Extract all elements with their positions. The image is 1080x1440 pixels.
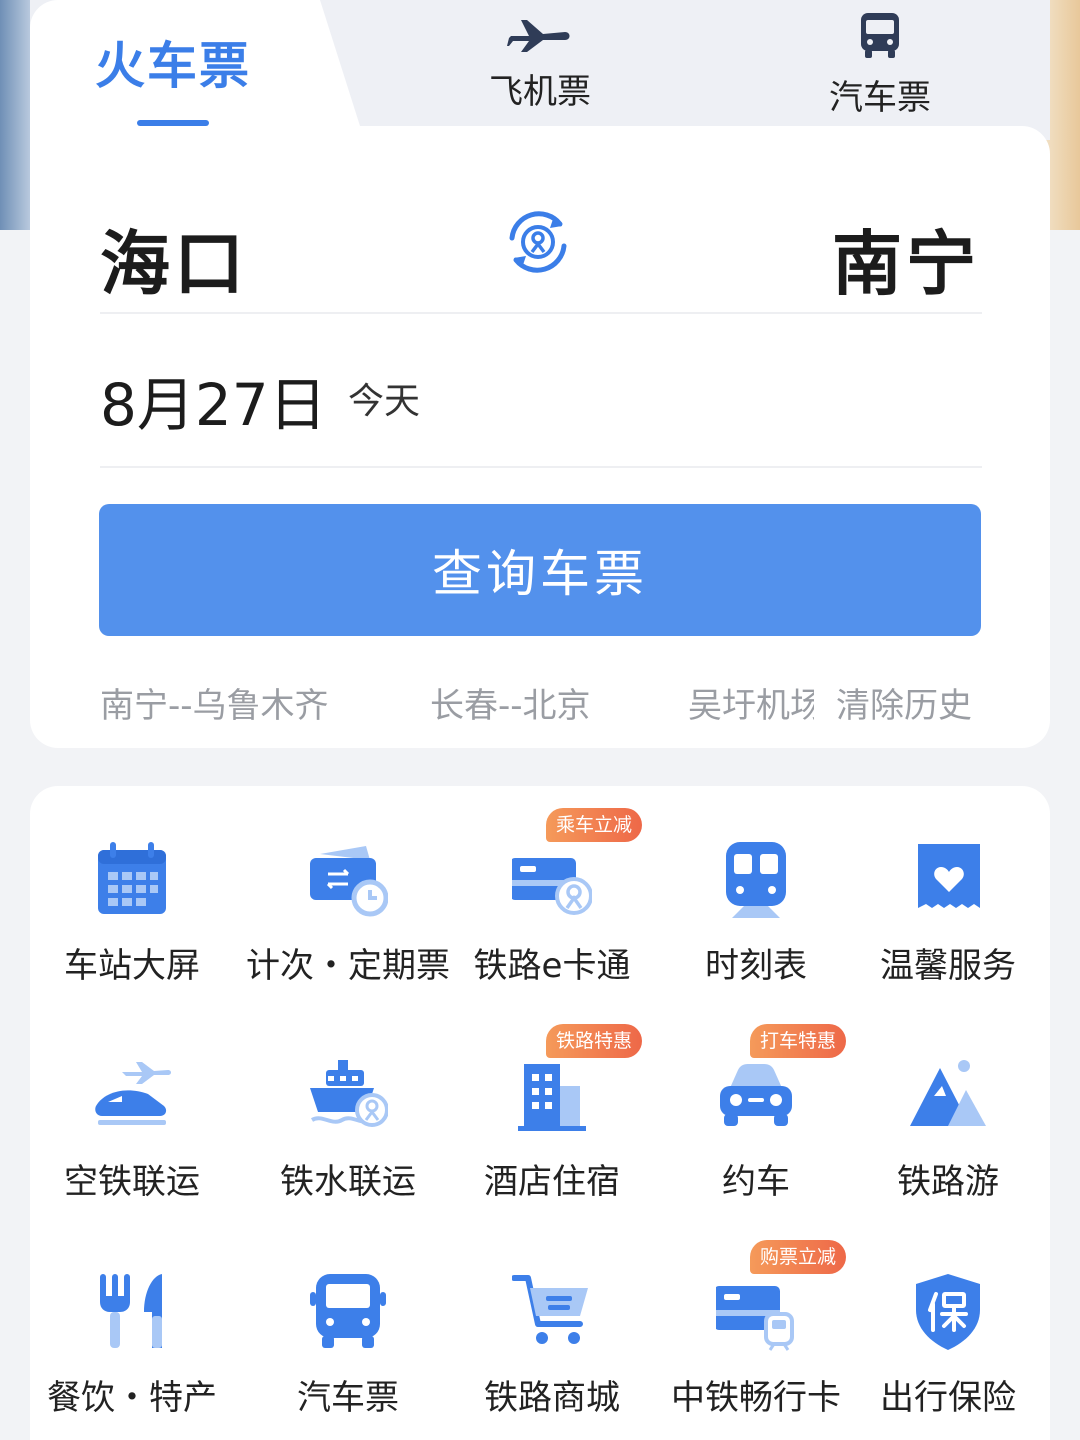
divider xyxy=(100,466,982,468)
cart-icon xyxy=(512,1275,588,1344)
service-station-screen[interactable]: 车站大屏 xyxy=(30,786,234,986)
hotel-icon xyxy=(518,1064,586,1131)
tab-train-ticket[interactable]: 火车票 xyxy=(60,26,286,98)
bus-icon xyxy=(861,13,899,58)
tab-bus-label: 汽车票 xyxy=(829,78,931,118)
tab-flight-ticket[interactable]: 飞机票 xyxy=(470,14,610,113)
service-air-rail[interactable]: 空铁联运 xyxy=(30,1002,234,1202)
service-label: 出行保险 xyxy=(880,1378,1016,1418)
service-food[interactable]: 餐饮・特产 xyxy=(30,1218,234,1418)
shield-icon xyxy=(916,1274,980,1350)
service-rail-mall[interactable]: 铁路商城 xyxy=(450,1218,654,1418)
promo-badge: 铁路特惠 xyxy=(546,1024,643,1058)
plane-train-icon xyxy=(95,1062,171,1125)
history-item[interactable]: 南宁--乌鲁木齐 xyxy=(100,678,329,727)
service-label: 车站大屏 xyxy=(64,946,200,986)
divider xyxy=(100,312,982,314)
member-card-icon xyxy=(716,1286,794,1351)
service-label: 餐饮・特产 xyxy=(47,1378,217,1418)
promo-badge: 购票立减 xyxy=(750,1240,847,1274)
service-care[interactable]: 温馨服务 xyxy=(846,786,1050,986)
airplane-icon xyxy=(507,20,570,52)
service-bus-ticket[interactable]: 汽车票 xyxy=(246,1218,450,1418)
promo-badge: 乘车立减 xyxy=(546,808,643,842)
service-label: 铁路游 xyxy=(897,1162,999,1202)
clear-history-button[interactable]: 清除历史 xyxy=(836,678,972,727)
service-label: 空铁联运 xyxy=(64,1162,200,1202)
tab-train-label: 火车票 xyxy=(95,37,251,95)
rail-card-icon xyxy=(512,858,592,915)
swap-cities-icon[interactable] xyxy=(498,202,578,282)
ticket-clock-icon xyxy=(310,846,388,917)
ship-icon xyxy=(310,1060,388,1127)
services-grid: 车站大屏 计次・定期票 乘车立减 铁路e卡通 时刻表 温馨服务 空铁联运 铁水联… xyxy=(30,786,1050,1440)
promo-badge: 打车特惠 xyxy=(750,1024,847,1058)
service-hotel[interactable]: 铁路特惠 酒店住宿 xyxy=(450,1002,654,1202)
train-front-icon xyxy=(726,842,786,918)
tab-bus-ticket[interactable]: 汽车票 xyxy=(810,10,950,119)
service-rail-ecard[interactable]: 乘车立减 铁路e卡通 xyxy=(450,786,654,986)
car-icon xyxy=(720,1064,792,1126)
service-periodic-ticket[interactable]: 计次・定期票 xyxy=(246,786,450,986)
mountain-icon xyxy=(910,1060,986,1126)
travel-date-hint: 今天 xyxy=(348,381,421,422)
service-rail-sea[interactable]: 铁水联运 xyxy=(246,1002,450,1202)
search-tickets-button[interactable]: 查询车票 xyxy=(99,504,981,636)
service-label: 温馨服务 xyxy=(880,946,1016,986)
tab-flight-label: 飞机票 xyxy=(489,72,591,112)
fork-knife-icon xyxy=(100,1274,162,1348)
bus-icon xyxy=(310,1274,386,1348)
calendar-icon xyxy=(98,842,166,914)
history-item[interactable]: 长春--北京 xyxy=(430,678,591,727)
heart-icon xyxy=(918,844,980,908)
departure-city[interactable]: 海口 xyxy=(100,208,248,309)
service-rail-tour[interactable]: 铁路游 xyxy=(846,1002,1050,1202)
service-insurance[interactable]: 出行保险 xyxy=(846,1218,1050,1418)
travel-date[interactable]: 8月27日 xyxy=(100,358,327,442)
ticket-search-card: 海口 南宁 8月27日 今天 查询车票 南宁--乌鲁木齐 长春--北京 吴圩机场… xyxy=(30,126,1050,748)
history-item[interactable]: 吴圩机场 xyxy=(688,678,814,727)
arrival-city[interactable]: 南宁 xyxy=(832,208,980,309)
